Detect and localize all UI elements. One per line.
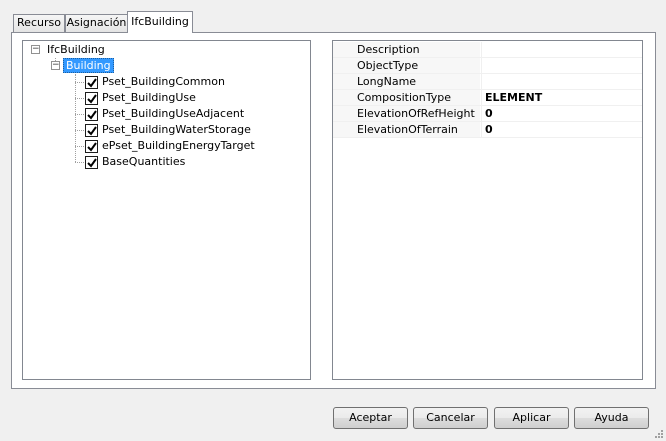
tab-asignacion[interactable]: Asignación: [65, 14, 128, 32]
property-row[interactable]: ElevationOfTerrain 0: [333, 122, 642, 138]
accept-button[interactable]: Aceptar: [333, 407, 408, 429]
tab-recurso[interactable]: Recurso: [13, 14, 65, 32]
checkbox-checked-icon[interactable]: [85, 124, 98, 137]
property-name: CompositionType: [333, 90, 480, 105]
tree-item-label: Pset_BuildingWaterStorage: [102, 123, 251, 136]
tree-item-label: BaseQuantities: [102, 155, 186, 168]
tab-ifcbuilding[interactable]: IfcBuilding: [127, 11, 193, 33]
property-value[interactable]: [481, 74, 642, 89]
property-name: Description: [333, 42, 480, 57]
property-name: ElevationOfRefHeight: [333, 106, 480, 121]
property-row[interactable]: LongName: [333, 74, 642, 90]
checkbox-checked-icon[interactable]: [85, 76, 98, 89]
tree-root-label: IfcBuilding: [47, 43, 105, 56]
property-value[interactable]: [481, 42, 642, 57]
property-row[interactable]: ElevationOfRefHeight 0: [333, 106, 642, 122]
collapse-icon[interactable]: −: [51, 61, 60, 70]
property-row[interactable]: ObjectType: [333, 58, 642, 74]
property-value[interactable]: 0: [481, 122, 642, 137]
tree-item-label: ePset_BuildingEnergyTarget: [102, 139, 255, 152]
checkbox-checked-icon[interactable]: [85, 140, 98, 153]
tree-line: [75, 74, 76, 162]
help-button[interactable]: Ayuda: [574, 407, 649, 429]
property-value[interactable]: [481, 58, 642, 73]
property-set-tree[interactable]: − IfcBuilding − Building Pset_BuildingCo…: [22, 40, 311, 380]
property-value[interactable]: 0: [481, 106, 642, 121]
property-row[interactable]: Description: [333, 42, 642, 58]
tree-item-label: Pset_BuildingUseAdjacent: [102, 107, 245, 120]
resize-grip-icon[interactable]: [654, 429, 664, 439]
property-grid[interactable]: Description ObjectType LongName Composit…: [332, 40, 643, 380]
property-value[interactable]: ELEMENT: [481, 90, 642, 105]
tree-root-ifcbuilding[interactable]: IfcBuilding: [47, 42, 105, 58]
property-name: ElevationOfTerrain: [333, 122, 480, 137]
property-name: ObjectType: [333, 58, 480, 73]
tree-item-label: Pset_BuildingUse: [102, 91, 196, 104]
checkbox-checked-icon[interactable]: [85, 108, 98, 121]
cancel-button[interactable]: Cancelar: [413, 407, 488, 429]
tree-node-building-label: Building: [63, 58, 114, 73]
property-row[interactable]: CompositionType ELEMENT: [333, 90, 642, 106]
tree-node-building[interactable]: Building: [63, 58, 114, 74]
checkbox-checked-icon[interactable]: [85, 92, 98, 105]
collapse-icon[interactable]: −: [31, 45, 40, 54]
checkbox-checked-icon[interactable]: [85, 156, 98, 169]
tree-item-label: Pset_BuildingCommon: [102, 75, 225, 88]
apply-button[interactable]: Aplicar: [494, 407, 569, 429]
property-name: LongName: [333, 74, 480, 89]
